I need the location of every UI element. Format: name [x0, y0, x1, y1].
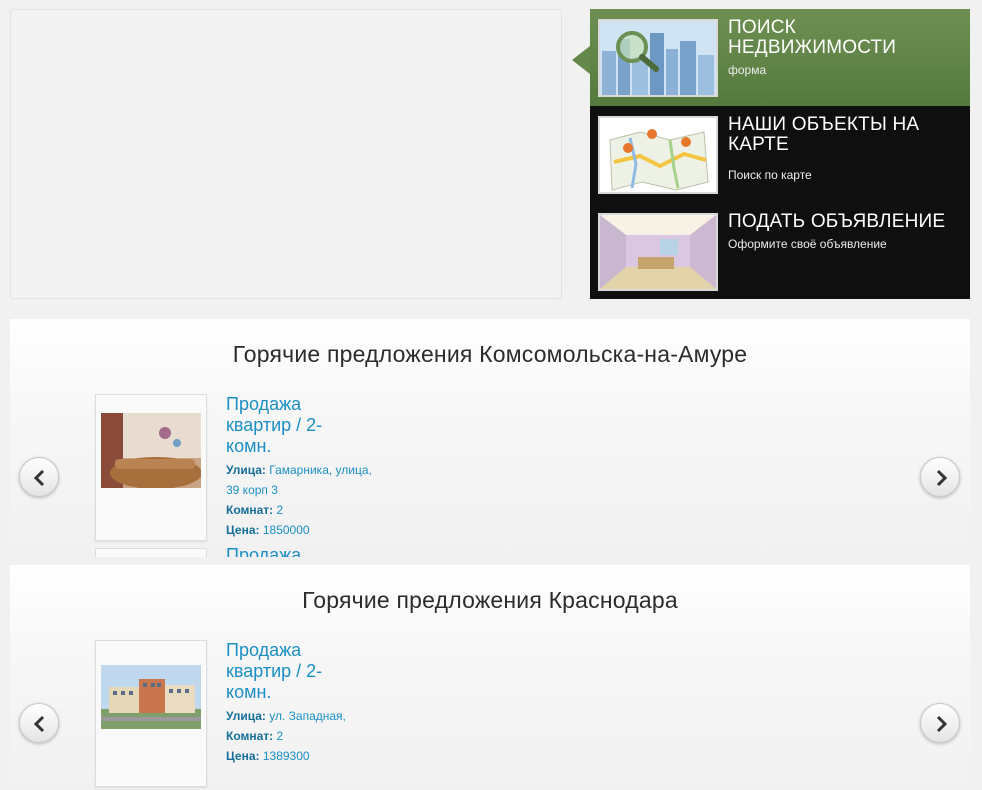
offer-price: Цена: 1850000 [226, 520, 376, 540]
menu-item-map-objects[interactable]: Наши объекты на карте Поиск по карте [590, 106, 970, 203]
offer-street-value: ул. Западная, [269, 709, 346, 723]
offer-photo[interactable] [101, 413, 201, 488]
menu-item-subtitle: Оформите своё объявление [728, 237, 887, 251]
banner-placeholder [10, 9, 562, 299]
offer-price-label: Цена: [226, 749, 260, 763]
menu-item-title: Поиск недвижимости [728, 17, 897, 58]
carousel-prev-button[interactable] [19, 457, 59, 497]
interior-sketch-image [598, 213, 718, 291]
menu-item-subtitle: форма [728, 63, 767, 77]
offer-rooms-value: 2 [276, 729, 284, 743]
hot-offers-section: Горячие предложения Краснодара Продажа к… [10, 565, 970, 790]
next-offer-photo-frame [95, 548, 207, 557]
chevron-left-icon [33, 469, 45, 487]
offer-street-label: Улица: [226, 709, 266, 723]
carousel-prev-button[interactable] [19, 703, 59, 743]
hot-offers-section: Горячие предложения Комсомольска-на-Амур… [10, 319, 970, 557]
offer-title-link[interactable]: Продажа квартир / 2-комн. [226, 640, 346, 703]
map-pins-image [598, 116, 718, 194]
offer-price-value: 1389300 [262, 749, 310, 763]
offer-card[interactable]: Продажа квартир / 2-комн. Улица: ул. Зап… [95, 640, 395, 788]
offer-photo-frame [95, 640, 207, 787]
menu-item-submit-ad[interactable]: Подать объявление Оформите своё объявлен… [590, 203, 970, 300]
chevron-left-icon [33, 715, 45, 733]
offer-photo-frame [95, 394, 207, 541]
offer-price: Цена: 1389300 [226, 746, 376, 766]
chevron-right-icon [936, 469, 948, 487]
section-title: Горячие предложения Краснодара [302, 587, 678, 613]
offer-rooms: Комнат: 2 [226, 500, 376, 520]
offer-price-label: Цена: [226, 523, 260, 537]
offer-rooms-label: Комнат: [226, 503, 274, 517]
menu-item-title: Наши объекты на карте [728, 114, 920, 155]
carousel-next-button[interactable] [920, 457, 960, 497]
offer-card[interactable]: Продажа квартир / 2-комн. Улица: Гамарни… [95, 394, 395, 542]
feature-menu: Поиск недвижимости форма Наши объекты на… [572, 9, 970, 300]
chevron-right-icon [936, 715, 948, 733]
next-offer-title-link[interactable]: Продажа [226, 545, 301, 557]
offer-rooms: Комнат: 2 [226, 726, 376, 746]
offer-street: Улица: Гамарника, улица, 39 корп 3 [226, 460, 376, 500]
city-search-image [598, 19, 718, 97]
menu-item-subtitle: Поиск по карте [728, 168, 812, 182]
offer-price-value: 1850000 [262, 523, 310, 537]
offer-street-label: Улица: [226, 463, 266, 477]
offer-street: Улица: ул. Западная, [226, 706, 376, 726]
menu-item-title: Подать объявление [728, 211, 946, 232]
section-title: Горячие предложения Комсомольска-на-Амур… [232, 341, 748, 367]
offer-rooms-value: 2 [276, 503, 284, 517]
offer-rooms-label: Комнат: [226, 729, 274, 743]
offer-title-link[interactable]: Продажа квартир / 2-комн. [226, 394, 346, 457]
offer-photo[interactable] [101, 665, 201, 729]
menu-item-property-search[interactable]: Поиск недвижимости форма [572, 9, 970, 106]
carousel-next-button[interactable] [920, 703, 960, 743]
